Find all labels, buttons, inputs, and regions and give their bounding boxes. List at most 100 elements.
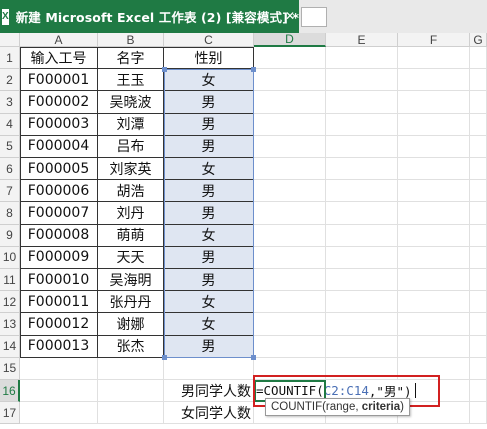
row-header-17[interactable]: 17	[0, 402, 20, 425]
tooltip-function[interactable]: COUNTIF(range,	[271, 401, 362, 413]
cell-g2[interactable]	[470, 69, 487, 92]
cell-e15[interactable]	[326, 357, 398, 380]
cell-b9[interactable]: 萌萌	[98, 224, 164, 247]
cell-e3[interactable]	[326, 91, 398, 114]
cell-a10[interactable]: F000009	[20, 246, 98, 269]
cell-d7[interactable]	[254, 180, 326, 203]
cell-a9[interactable]: F000008	[20, 224, 98, 247]
cell-a16[interactable]	[20, 380, 98, 403]
row-header-15[interactable]: 15	[0, 357, 20, 380]
row-header-14[interactable]: 14	[0, 335, 20, 358]
cell-e10[interactable]	[326, 246, 398, 269]
cell-b4[interactable]: 刘潭	[98, 113, 164, 136]
cell-a13[interactable]: F000012	[20, 313, 98, 336]
cell-e4[interactable]	[326, 113, 398, 136]
cell-b6[interactable]: 刘家英	[98, 158, 164, 181]
cell-c8[interactable]: 男	[164, 202, 254, 225]
row-header-9[interactable]: 9	[0, 224, 20, 247]
cell-f5[interactable]	[398, 135, 470, 158]
cell-a17[interactable]	[20, 402, 98, 425]
cell-a7[interactable]: F000006	[20, 180, 98, 203]
row-header-7[interactable]: 7	[0, 180, 20, 203]
cell-d3[interactable]	[254, 91, 326, 114]
cell-b17[interactable]	[98, 402, 164, 425]
cell-c3[interactable]: 男	[164, 91, 254, 114]
cell-g7[interactable]	[470, 180, 487, 203]
cell-a8[interactable]: F000007	[20, 202, 98, 225]
cell-e1[interactable]	[326, 47, 398, 70]
cell-g15[interactable]	[470, 357, 487, 380]
selection-handle-4[interactable]	[251, 354, 256, 360]
cell-d10[interactable]	[254, 246, 326, 269]
cell-c15[interactable]	[164, 357, 254, 380]
cell-d12[interactable]	[254, 291, 326, 314]
close-icon[interactable]: ✕	[282, 8, 298, 24]
cell-g8[interactable]	[470, 202, 487, 225]
cell-a3[interactable]: F000002	[20, 91, 98, 114]
cell-g11[interactable]	[470, 269, 487, 292]
column-header-c[interactable]: C	[164, 33, 254, 47]
cell-e9[interactable]	[326, 224, 398, 247]
cell-b15[interactable]	[98, 357, 164, 380]
cell-c2[interactable]: 女	[164, 69, 254, 92]
cell-b14[interactable]: 张杰	[98, 335, 164, 358]
cell-d13[interactable]	[254, 313, 326, 336]
cell-a15[interactable]	[20, 357, 98, 380]
cell-b10[interactable]: 天天	[98, 246, 164, 269]
row-header-10[interactable]: 10	[0, 246, 20, 269]
cell-c9[interactable]: 女	[164, 224, 254, 247]
row-header-13[interactable]: 13	[0, 313, 20, 336]
cell-b2[interactable]: 王玉	[98, 69, 164, 92]
cell-e14[interactable]	[326, 335, 398, 358]
column-header-f[interactable]: F	[398, 33, 470, 47]
cell-d15[interactable]	[254, 357, 326, 380]
cell-d1[interactable]	[254, 47, 326, 70]
column-header-b[interactable]: B	[98, 33, 164, 47]
row-header-4[interactable]: 4	[0, 113, 20, 136]
cell-b7[interactable]: 胡浩	[98, 180, 164, 203]
row-header-6[interactable]: 6	[0, 158, 20, 181]
cell-c14[interactable]: 男	[164, 335, 254, 358]
cell-c13[interactable]: 女	[164, 313, 254, 336]
cell-a11[interactable]: F000010	[20, 269, 98, 292]
cell-e7[interactable]	[326, 180, 398, 203]
column-header-a[interactable]: A	[20, 33, 98, 47]
cell-b5[interactable]: 吕布	[98, 135, 164, 158]
column-header-d[interactable]: D	[254, 32, 326, 47]
cell-f3[interactable]	[398, 91, 470, 114]
cell-g3[interactable]	[470, 91, 487, 114]
cell-g9[interactable]	[470, 224, 487, 247]
row-header-3[interactable]: 3	[0, 91, 20, 114]
row-header-5[interactable]: 5	[0, 135, 20, 158]
row-header-16[interactable]: 16	[0, 380, 20, 403]
cell-d11[interactable]	[254, 269, 326, 292]
cell-g6[interactable]	[470, 158, 487, 181]
cell-f8[interactable]	[398, 202, 470, 225]
selection-handle-2[interactable]	[251, 67, 256, 73]
cell-c4[interactable]: 男	[164, 113, 254, 136]
cell-g14[interactable]	[470, 335, 487, 358]
row-header-11[interactable]: 11	[0, 269, 20, 292]
cell-d14[interactable]	[254, 335, 326, 358]
cell-c11[interactable]: 男	[164, 269, 254, 292]
cell-c10[interactable]: 男	[164, 246, 254, 269]
label-male-count[interactable]: 男同学人数	[164, 380, 254, 403]
cell-f11[interactable]	[398, 269, 470, 292]
row-header-12[interactable]: 12	[0, 291, 20, 314]
cell-f14[interactable]	[398, 335, 470, 358]
new-tab-button[interactable]	[301, 7, 327, 27]
cell-f4[interactable]	[398, 113, 470, 136]
column-header-g[interactable]: G	[470, 33, 487, 47]
cell-b13[interactable]: 谢娜	[98, 313, 164, 336]
cell-b3[interactable]: 吴晓波	[98, 91, 164, 114]
cell-e13[interactable]	[326, 313, 398, 336]
row-header-1[interactable]: 1	[0, 47, 20, 70]
cell-g1[interactable]	[470, 47, 487, 70]
cell-g5[interactable]	[470, 135, 487, 158]
cell-g4[interactable]	[470, 113, 487, 136]
cell-f12[interactable]	[398, 291, 470, 314]
cell-a4[interactable]: F000003	[20, 113, 98, 136]
cell-f2[interactable]	[398, 69, 470, 92]
cell-b12[interactable]: 张丹丹	[98, 291, 164, 314]
cell-a2[interactable]: F000001	[20, 69, 98, 92]
